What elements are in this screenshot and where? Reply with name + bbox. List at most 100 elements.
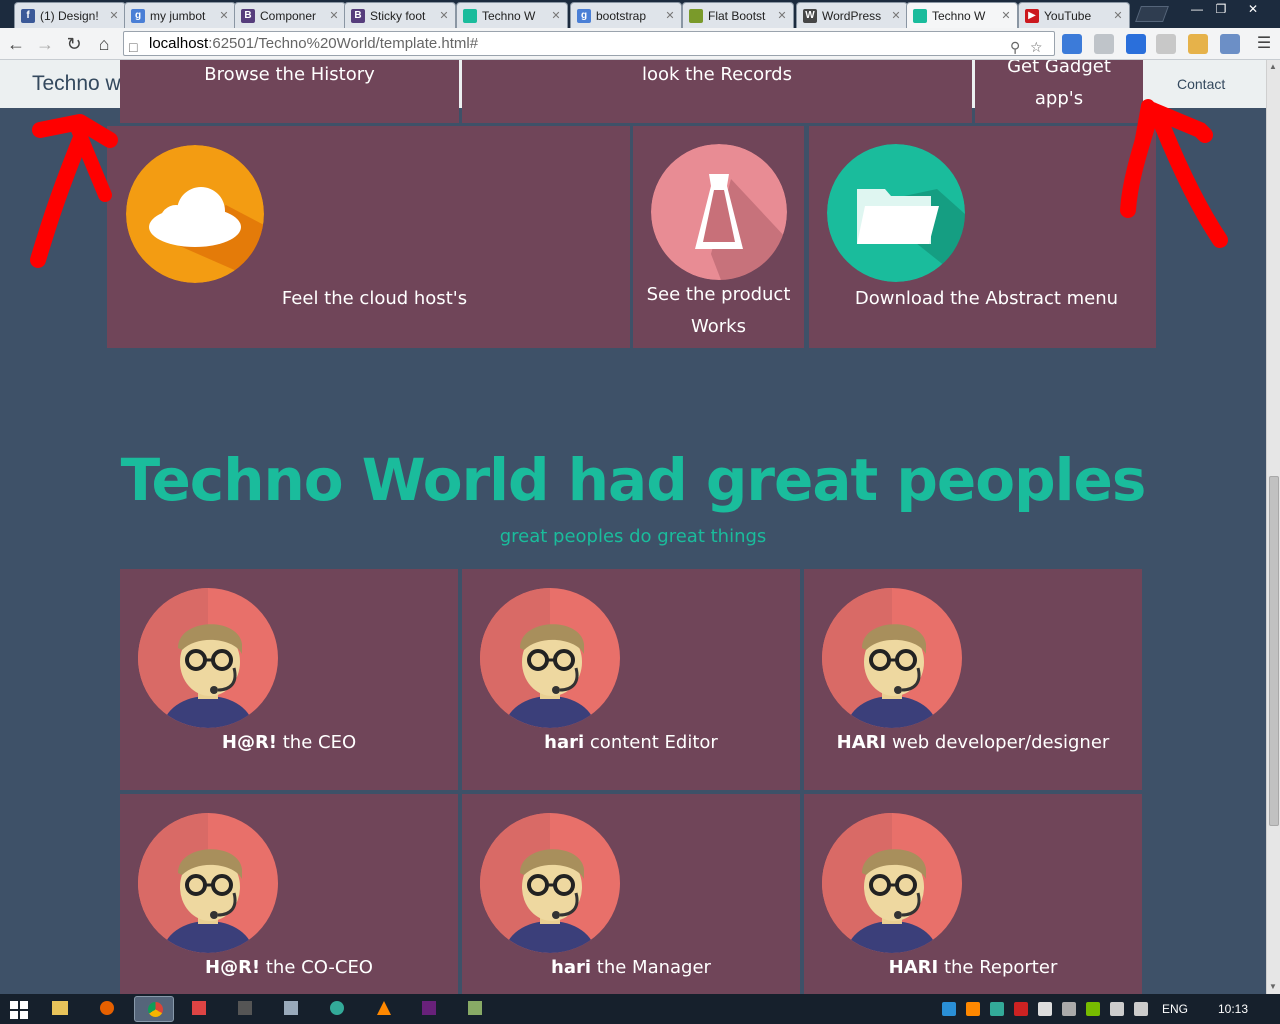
menu-records-label: look the Records (641, 64, 792, 85)
close-tab-icon[interactable]: ✕ (437, 9, 451, 22)
scrollbar-thumb[interactable] (1269, 476, 1279, 826)
feature-cloud-tile[interactable]: Feel the cloud host's (107, 126, 630, 348)
browser-tab[interactable]: W WordPress ✕ (796, 2, 908, 28)
browser-tab-strip: f (1) Design! ✕ g my jumbot ✕ B Componer ✕ B Stick… (0, 0, 1280, 28)
team-member-role: web developer/designer (891, 732, 1110, 753)
taskbar-firefox[interactable] (88, 996, 128, 1022)
close-tab-icon[interactable]: ✕ (999, 9, 1013, 22)
browser-tab[interactable]: Flat Bootst ✕ (682, 2, 794, 28)
tray-nvidia-icon[interactable] (1086, 1002, 1100, 1016)
tray-usb-icon[interactable] (1062, 1002, 1076, 1016)
tab-title: WordPress (822, 8, 882, 23)
browser-tab[interactable]: B Componer ✕ (234, 2, 346, 28)
windows-start-icon[interactable] (10, 1001, 28, 1019)
download-icon[interactable] (1156, 34, 1176, 54)
site-brand[interactable]: Techno w (32, 72, 121, 96)
close-tab-icon[interactable]: ✕ (889, 9, 903, 22)
close-tab-icon[interactable]: ✕ (107, 9, 121, 22)
flask-icon (651, 144, 787, 280)
team-member-caption: HARI the Reporter (804, 957, 1142, 978)
avatar-icon (138, 813, 278, 953)
taskbar-explorer[interactable] (40, 996, 80, 1022)
c-extension-icon[interactable] (1126, 34, 1146, 54)
avatar-icon (822, 813, 962, 953)
bookmark-star-icon[interactable]: ☆ (1030, 36, 1043, 59)
menu-history[interactable]: Browse the History (120, 60, 459, 123)
close-tab-icon[interactable]: ✕ (549, 9, 563, 22)
annotation-arrow-right (1120, 99, 1228, 248)
tray-antivirus-icon[interactable] (1014, 1002, 1028, 1016)
scroll-up-icon[interactable]: ▲ (1269, 62, 1277, 71)
close-tab-icon[interactable]: ✕ (663, 9, 677, 22)
browser-tab[interactable]: g bootstrap ✕ (570, 2, 682, 28)
browser-toolbar: ← → ↻ ⌂ □ localhost:62501/Techno%20World… (0, 28, 1280, 60)
reload-icon[interactable]: ↻ (62, 32, 86, 56)
menu-gadget-label-1: Get Gadget (1007, 60, 1111, 77)
page-scrollbar[interactable]: ▲ ▼ (1266, 60, 1280, 994)
close-tab-icon[interactable]: ✕ (775, 9, 789, 22)
feature-product-tile[interactable]: See the product Works (633, 126, 804, 348)
search-icon[interactable]: ⚲ (1010, 36, 1020, 59)
taskbar-app-6[interactable] (272, 996, 312, 1022)
feature-cloud-label: Feel the cloud host's (281, 288, 468, 309)
tray-volume-icon[interactable] (1134, 1002, 1148, 1016)
system-clock[interactable]: 10:13 (1218, 1002, 1248, 1016)
taskbar-app-10[interactable] (456, 996, 496, 1022)
restore-icon[interactable]: ❐ (1208, 0, 1234, 18)
taskbar-app-5[interactable] (226, 996, 266, 1022)
translate-icon[interactable] (1062, 34, 1082, 54)
minimize-icon[interactable]: — (1184, 0, 1210, 18)
taskbar-chrome[interactable] (134, 996, 174, 1022)
feature-abstract-label: Download the Abstract menu (854, 288, 1119, 309)
scroll-down-icon[interactable]: ▼ (1269, 982, 1277, 991)
close-tab-icon[interactable]: ✕ (217, 9, 231, 22)
tab-title: my jumbot (150, 8, 206, 23)
extension-cookie-icon[interactable] (1188, 34, 1208, 54)
avatar-icon (480, 588, 620, 728)
browser-tab[interactable]: B Sticky foot ✕ (344, 2, 456, 28)
browser-tab[interactable]: Techno W ✕ (906, 2, 1018, 28)
page-viewport: Techno w Contact Browse the History look… (0, 60, 1266, 994)
close-tab-icon[interactable]: ✕ (327, 9, 341, 22)
browser-tab[interactable]: Techno W ✕ (456, 2, 568, 28)
extension-chart-icon[interactable] (1220, 34, 1240, 54)
tray-wifi-icon[interactable] (1110, 1002, 1124, 1016)
team-member-role: content Editor (589, 732, 718, 753)
input-language[interactable]: ENG (1162, 1002, 1188, 1016)
home-icon[interactable]: ⌂ (92, 32, 116, 56)
browser-tab[interactable]: ▶ YouTube ✕ (1018, 2, 1130, 28)
close-tab-icon[interactable]: ✕ (1111, 9, 1125, 22)
team-member-caption: hari content Editor (462, 732, 800, 753)
bootstrap-icon: B (351, 8, 365, 23)
menu-records[interactable]: look the Records (462, 60, 972, 123)
tray-flag-icon[interactable] (1038, 1002, 1052, 1016)
taskbar-app-4[interactable] (180, 996, 220, 1022)
team-member-card[interactable]: hari the Manager (462, 794, 800, 994)
taskbar-vlc[interactable] (364, 996, 404, 1022)
browser-tab[interactable]: g my jumbot ✕ (124, 2, 236, 28)
extension-icon[interactable] (1094, 34, 1114, 54)
menu-icon[interactable]: ☰ (1252, 32, 1276, 56)
browser-tab[interactable]: f (1) Design! ✕ (14, 2, 126, 28)
team-member-name: H@R! (221, 732, 278, 753)
team-member-card[interactable]: HARI the Reporter (804, 794, 1142, 994)
avatar-icon (480, 813, 620, 953)
new-tab-button[interactable] (1135, 6, 1169, 22)
tray-app-icon[interactable] (990, 1002, 1004, 1016)
close-window-icon[interactable]: ✕ (1240, 0, 1266, 18)
team-member-card[interactable]: HARI web developer/designer (804, 569, 1142, 790)
team-member-card[interactable]: H@R! the CEO (120, 569, 458, 790)
taskbar-app-7[interactable] (318, 996, 358, 1022)
cloud-icon (126, 145, 264, 283)
taskbar-visual-studio[interactable] (410, 996, 450, 1022)
back-icon[interactable]: ← (4, 32, 28, 56)
tray-vlc-icon[interactable] (966, 1002, 980, 1016)
tray-network-icon[interactable] (942, 1002, 956, 1016)
team-member-card[interactable]: H@R! the CO-CEO (120, 794, 458, 994)
address-bar[interactable]: □ localhost:62501/Techno%20World/templat… (123, 31, 1055, 56)
team-member-caption: H@R! the CO-CEO (120, 957, 458, 978)
forward-icon[interactable]: → (33, 32, 57, 56)
google-icon: g (577, 8, 591, 23)
team-member-card[interactable]: hari content Editor (462, 569, 800, 790)
tab-title: (1) Design! (40, 8, 99, 23)
